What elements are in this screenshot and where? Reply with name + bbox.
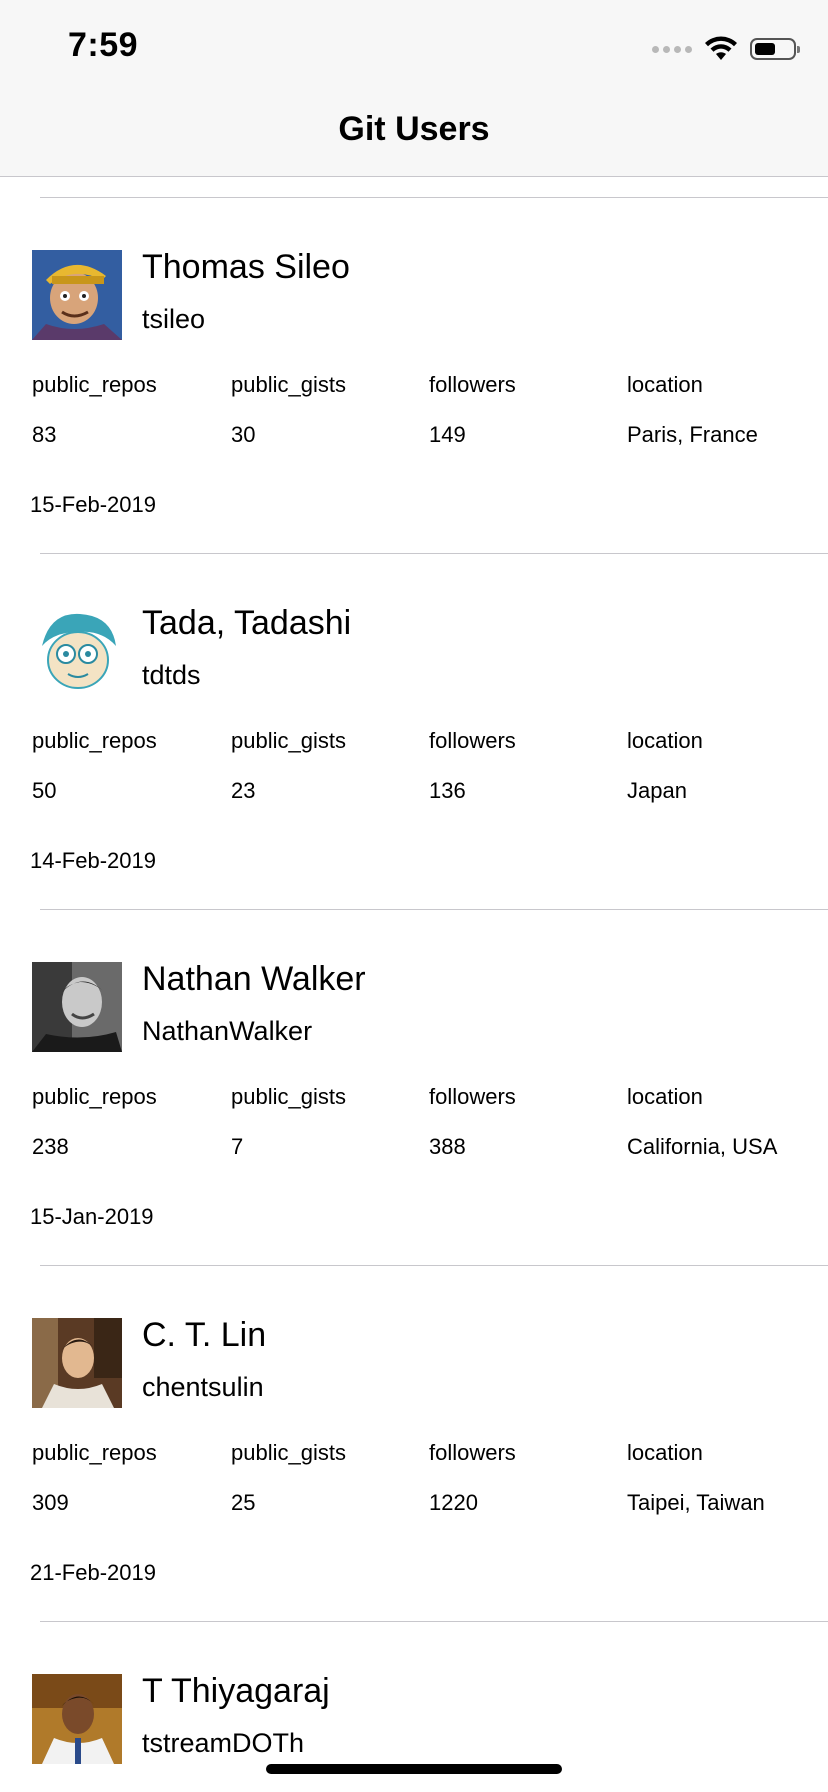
value-location: California, USA bbox=[627, 1134, 778, 1159]
avatar bbox=[32, 1318, 122, 1408]
photo-portrait-icon bbox=[32, 1318, 122, 1408]
user-cell[interactable]: Tada, Tadashi tdtds public_repos public_… bbox=[0, 554, 828, 910]
value-public-repos: 309 bbox=[32, 1490, 69, 1515]
label-location: location bbox=[627, 728, 703, 753]
cartoon-portrait-icon bbox=[32, 250, 122, 340]
status-indicators bbox=[652, 34, 800, 64]
screen: 7:59 Git Users Thomas Sileo tsileo publi… bbox=[0, 0, 828, 1792]
label-public-gists: public_gists bbox=[231, 372, 346, 397]
user-login: tstreamDOTh bbox=[142, 1728, 305, 1758]
value-followers: 149 bbox=[429, 422, 466, 447]
home-indicator[interactable] bbox=[266, 1764, 562, 1774]
label-public-gists: public_gists bbox=[231, 1440, 346, 1465]
status-time: 7:59 bbox=[68, 26, 139, 64]
label-followers: followers bbox=[429, 1084, 516, 1109]
value-followers: 1220 bbox=[429, 1490, 478, 1515]
value-location: Japan bbox=[627, 778, 687, 803]
value-public-repos: 50 bbox=[32, 778, 57, 803]
photo-portrait-icon bbox=[32, 1674, 122, 1764]
avatar bbox=[32, 250, 122, 340]
user-name: Nathan Walker bbox=[142, 960, 366, 998]
user-login: tsileo bbox=[142, 304, 206, 334]
value-public-gists: 23 bbox=[231, 778, 256, 803]
user-login: chentsulin bbox=[142, 1372, 264, 1402]
avatar bbox=[32, 1674, 122, 1764]
label-public-gists: public_gists bbox=[231, 1084, 346, 1109]
user-login: NathanWalker bbox=[142, 1016, 313, 1046]
wifi-icon bbox=[705, 36, 737, 60]
navigation-header: 7:59 Git Users bbox=[0, 0, 828, 177]
value-followers: 136 bbox=[429, 778, 466, 803]
label-location: location bbox=[627, 1440, 703, 1465]
user-date: 21-Feb-2019 bbox=[30, 1560, 156, 1585]
value-public-gists: 7 bbox=[231, 1134, 244, 1159]
label-followers: followers bbox=[429, 1440, 516, 1465]
photo-portrait-icon bbox=[32, 962, 122, 1052]
user-date: 15-Feb-2019 bbox=[30, 492, 156, 517]
label-public-repos: public_repos bbox=[32, 372, 157, 397]
value-public-gists: 30 bbox=[231, 422, 256, 447]
label-followers: followers bbox=[429, 372, 516, 397]
avatar bbox=[32, 962, 122, 1052]
label-location: location bbox=[627, 372, 703, 397]
label-location: location bbox=[627, 1084, 703, 1109]
user-cell[interactable]: Thomas Sileo tsileo public_repos public_… bbox=[0, 198, 828, 554]
user-login: tdtds bbox=[142, 660, 201, 690]
user-cell[interactable]: Nathan Walker NathanWalker public_repos … bbox=[0, 910, 828, 1266]
value-location: Paris, France bbox=[627, 422, 758, 447]
page-title: Git Users bbox=[338, 110, 490, 148]
label-public-gists: public_gists bbox=[231, 728, 346, 753]
label-public-repos: public_repos bbox=[32, 1440, 157, 1465]
cartoon-face-icon bbox=[32, 606, 122, 696]
value-location: Taipei, Taiwan bbox=[627, 1490, 765, 1515]
user-date: 15-Jan-2019 bbox=[30, 1204, 154, 1229]
user-name: Tada, Tadashi bbox=[142, 604, 352, 642]
value-followers: 388 bbox=[429, 1134, 466, 1159]
label-followers: followers bbox=[429, 728, 516, 753]
cellular-signal-icon bbox=[652, 45, 692, 53]
value-public-repos: 238 bbox=[32, 1134, 69, 1159]
user-name: Thomas Sileo bbox=[142, 248, 350, 286]
label-public-repos: public_repos bbox=[32, 728, 157, 753]
label-public-repos: public_repos bbox=[32, 1084, 157, 1109]
user-date: 14-Feb-2019 bbox=[30, 848, 156, 873]
value-public-gists: 25 bbox=[231, 1490, 256, 1515]
user-name: T Thiyagaraj bbox=[142, 1672, 330, 1710]
user-name: C. T. Lin bbox=[142, 1316, 267, 1354]
user-cell[interactable]: C. T. Lin chentsulin public_repos public… bbox=[0, 1266, 828, 1622]
avatar bbox=[32, 606, 122, 696]
value-public-repos: 83 bbox=[32, 422, 57, 447]
battery-icon bbox=[750, 38, 800, 60]
